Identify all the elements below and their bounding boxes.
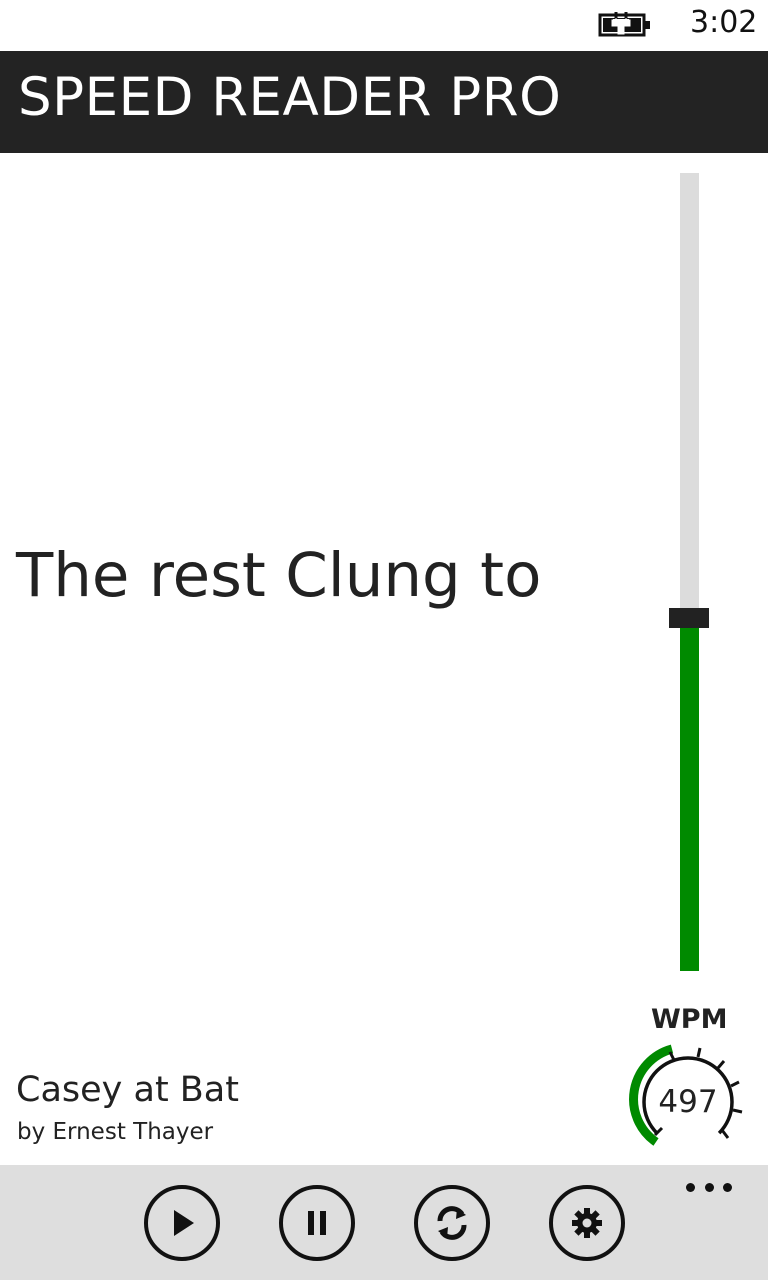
more-options-button[interactable] xyxy=(686,1175,732,1199)
slider-thumb[interactable] xyxy=(669,608,709,628)
clock: 3:02 xyxy=(690,5,758,40)
play-icon xyxy=(174,1210,194,1236)
pause-button[interactable] xyxy=(279,1185,355,1261)
app-bar xyxy=(0,1165,768,1280)
wpm-value: 497 xyxy=(658,1084,718,1120)
book-author: by Ernest Thayer xyxy=(17,1119,214,1145)
app-title: SPEED READER PRO xyxy=(18,67,562,128)
ellipsis-icon xyxy=(686,1182,695,1192)
status-bar: 3:02 xyxy=(0,0,768,51)
pause-icon xyxy=(308,1211,326,1235)
book-title: Casey at Bat xyxy=(16,1070,239,1110)
wpm-label: WPM xyxy=(651,1004,728,1035)
refresh-icon xyxy=(437,1206,467,1240)
reading-text: The rest Clung to xyxy=(16,540,542,611)
slider-fill xyxy=(680,620,699,971)
settings-gear-icon xyxy=(572,1208,602,1238)
restart-button[interactable] xyxy=(414,1185,490,1261)
speed-slider[interactable] xyxy=(669,173,711,971)
title-bar: SPEED READER PRO xyxy=(0,51,768,153)
battery-charging-icon xyxy=(598,12,650,37)
settings-button[interactable] xyxy=(549,1185,625,1261)
play-button[interactable] xyxy=(144,1185,220,1261)
